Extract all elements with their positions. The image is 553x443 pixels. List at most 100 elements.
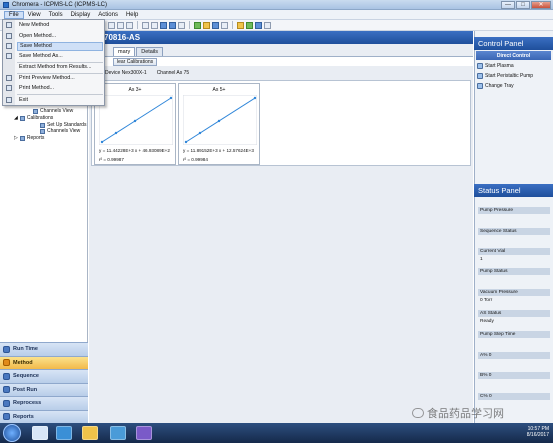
expand-icon[interactable]: ◢ <box>14 115 18 121</box>
cut-icon[interactable] <box>160 21 167 29</box>
title-bar: Chromera - ICPMS-LC (ICPMS-LC) — □ ✕ <box>0 0 553 10</box>
standards-icon <box>40 122 45 128</box>
status-value: Ready <box>480 319 494 324</box>
card-title: As 3+ <box>128 87 142 93</box>
calibration-toolbar: lear Calibrations <box>89 56 473 66</box>
menu-item-save-method-as[interactable]: Save Method As... <box>17 52 103 61</box>
maximize-button[interactable]: □ <box>516 1 530 9</box>
ie-icon[interactable] <box>32 426 48 440</box>
save-as-icon <box>6 53 12 59</box>
minimize-button[interactable]: — <box>501 1 515 9</box>
print-icon[interactable] <box>142 21 149 29</box>
calibration-equation: y = 11.89152E+3 x + 12.57624E+3 <box>183 148 254 153</box>
menu-view[interactable]: View <box>24 12 45 18</box>
nav-run-time[interactable]: Run Time <box>0 342 88 356</box>
folder-icon[interactable] <box>82 426 98 440</box>
menu-display[interactable]: Display <box>67 12 95 18</box>
menu-item-exit[interactable]: Exit <box>17 96 103 105</box>
tab-summary[interactable]: mary <box>113 47 136 56</box>
start-pump-button[interactable]: Start Peristaltic Pump <box>477 73 533 79</box>
preview-icon[interactable] <box>151 21 158 29</box>
calibration-card-as5[interactable]: As 5+ y = 11.89152E+3 x + 12.57624E+3 r²… <box>178 83 260 165</box>
status-label: A% 0 <box>478 352 550 359</box>
status-label: Pump Step Time <box>478 331 550 338</box>
system-clock[interactable]: 10:57 PM 8/16/2017 <box>527 426 549 438</box>
status-label: Pump Pressure <box>478 207 550 214</box>
app-icon[interactable] <box>56 426 72 440</box>
copy-icon[interactable] <box>169 21 176 29</box>
calibration-icon <box>19 115 25 121</box>
layout-icon[interactable] <box>255 21 262 29</box>
clear-calibrations-button[interactable]: lear Calibrations <box>113 57 158 66</box>
menu-help[interactable]: Help <box>122 12 142 18</box>
new-icon[interactable] <box>108 21 115 29</box>
save-icon[interactable] <box>126 21 133 29</box>
chart-icon[interactable] <box>246 21 253 29</box>
run-icon[interactable] <box>194 21 201 29</box>
menu-item-save-method[interactable]: Save Method <box>17 42 103 51</box>
refresh-icon[interactable] <box>221 21 228 29</box>
menu-tools[interactable]: Tools <box>45 12 67 18</box>
status-label: Vacuum Pressure <box>478 289 550 296</box>
app-grid-icon[interactable] <box>136 426 152 440</box>
nav-reprocess[interactable]: Reprocess <box>0 396 88 410</box>
open-icon[interactable] <box>117 21 124 29</box>
channel-icon <box>40 128 45 134</box>
sequence-icon <box>3 372 10 380</box>
menu-item-new-method[interactable]: New Method <box>17 21 103 30</box>
right-pane <box>474 31 553 423</box>
control-panel-title: Control Panel <box>474 37 553 50</box>
tree-item-reports[interactable]: ▷ Reports <box>14 135 44 141</box>
calibration-plot <box>183 95 257 145</box>
menu-actions[interactable]: Actions <box>94 12 122 18</box>
tab-strip: mary Details <box>89 46 473 56</box>
wechat-icon <box>412 408 424 418</box>
reprocess-icon <box>3 399 10 407</box>
new-method-icon <box>6 22 12 28</box>
report-icon <box>19 135 25 141</box>
plasma-icon <box>477 63 483 69</box>
window-title: Chromera - ICPMS-LC (ICPMS-LC) <box>12 1 108 8</box>
menu-item-print-method[interactable]: Print Method... <box>17 84 103 93</box>
channel-label: Channel As 75 <box>156 70 190 76</box>
post-run-icon <box>3 386 10 394</box>
nav-method[interactable]: Method <box>0 355 88 369</box>
calibration-r-squared: r² = 0.99984 <box>183 157 208 162</box>
nav-post-run[interactable]: Post Run <box>0 382 88 396</box>
watermark: 食品药品学习网 <box>412 405 504 421</box>
status-label: Sequence Status <box>478 228 550 235</box>
open-method-icon <box>6 33 12 39</box>
collapse-icon[interactable]: ▷ <box>14 135 18 141</box>
folder-icon[interactable] <box>237 21 244 29</box>
save-method-icon <box>6 43 12 49</box>
pause-icon[interactable] <box>203 21 210 29</box>
tree-item-calibrations[interactable]: ◢ Calibrations <box>14 115 53 121</box>
status-label: C% 0 <box>478 393 550 400</box>
menu-file[interactable]: File <box>4 10 24 19</box>
nav-sequence[interactable]: Sequence <box>0 369 88 383</box>
status-label: Pump Status <box>478 268 550 275</box>
calibration-equation: y = 11.44228E+3 x + 46.93089E+2 <box>99 148 170 153</box>
start-button[interactable] <box>3 424 21 442</box>
settings-icon[interactable] <box>264 21 271 29</box>
stop-icon[interactable] <box>212 21 219 29</box>
close-button[interactable]: ✕ <box>531 1 551 9</box>
paste-icon[interactable] <box>178 21 185 29</box>
menu-item-extract-method[interactable]: Extract Method from Results... <box>17 63 103 72</box>
chromera-taskbar-icon[interactable] <box>110 426 126 440</box>
reports-icon <box>3 413 10 421</box>
menu-item-open-method[interactable]: Open Method... <box>17 32 103 41</box>
exit-icon <box>6 97 12 103</box>
calibration-card-as3[interactable]: As 3+ y = 11.44228E+3 x + 46.93089E+2 r²… <box>94 83 176 165</box>
tree-item-channels-view-2[interactable]: Channels View <box>40 128 80 134</box>
tab-details[interactable]: Details <box>136 47 164 56</box>
tree-item-channels-view[interactable]: Channels View <box>33 108 73 114</box>
menu-item-print-preview[interactable]: Print Preview Method... <box>17 74 103 83</box>
menu-separator <box>17 94 103 95</box>
status-panel-title: Status Panel <box>474 184 553 197</box>
nav-reports[interactable]: Reports <box>0 409 88 423</box>
change-tray-button[interactable]: Change Tray <box>477 83 514 89</box>
taskbar: 10:57 PM 8/16/2017 <box>0 423 553 443</box>
status-label: Current Vial <box>478 248 550 255</box>
start-plasma-button[interactable]: Start Plasma <box>477 63 514 69</box>
